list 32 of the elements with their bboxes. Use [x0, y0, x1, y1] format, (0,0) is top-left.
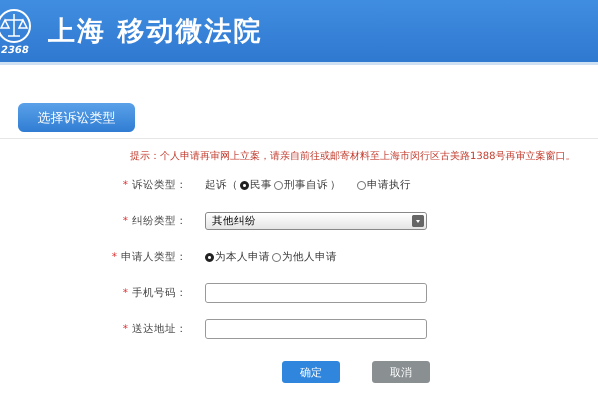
cancel-button[interactable]: 取消: [372, 361, 430, 383]
dispute-type-select[interactable]: 其他纠纷: [205, 212, 427, 230]
radio-label: 为本人申请: [215, 250, 270, 264]
required-mark: *: [122, 323, 128, 335]
section-tab[interactable]: 选择诉讼类型: [18, 103, 135, 132]
radio-button[interactable]: [357, 180, 366, 190]
radio-label: 民事: [250, 178, 272, 192]
radio-button[interactable]: [205, 252, 214, 262]
field-label: 手机号码：: [132, 286, 187, 300]
hint-text: 提示：个人申请再审网上立案，请亲自前往或邮寄材料至上海市闵行区古美路1388号再审立案窗口。: [130, 150, 576, 163]
required-mark: *: [122, 287, 128, 299]
logo-number: 2368: [1, 45, 29, 56]
option-text: 起诉（: [205, 178, 238, 192]
field-label: 送达地址：: [132, 322, 187, 336]
radio-button[interactable]: [274, 180, 283, 190]
required-mark: *: [122, 179, 128, 191]
option-text: ）: [330, 178, 341, 192]
input-field[interactable]: [205, 319, 427, 339]
field-label: 诉讼类型：: [132, 178, 187, 192]
confirm-button[interactable]: 确定: [282, 361, 340, 383]
radio-label: 为他人申请: [282, 250, 337, 264]
input-field[interactable]: [205, 283, 427, 303]
caret-icon: [412, 215, 424, 227]
app-title: 上海 移动微法院: [48, 15, 262, 49]
radio-label: 刑事自诉: [284, 178, 328, 192]
required-mark: *: [122, 215, 128, 227]
required-mark: *: [112, 251, 117, 263]
radio-button[interactable]: [272, 252, 281, 262]
radio-label: 申请执行: [367, 178, 411, 192]
radio-button[interactable]: [240, 180, 249, 190]
field-label: 申请人类型：: [121, 250, 187, 264]
field-label: 纠纷类型：: [132, 214, 187, 228]
